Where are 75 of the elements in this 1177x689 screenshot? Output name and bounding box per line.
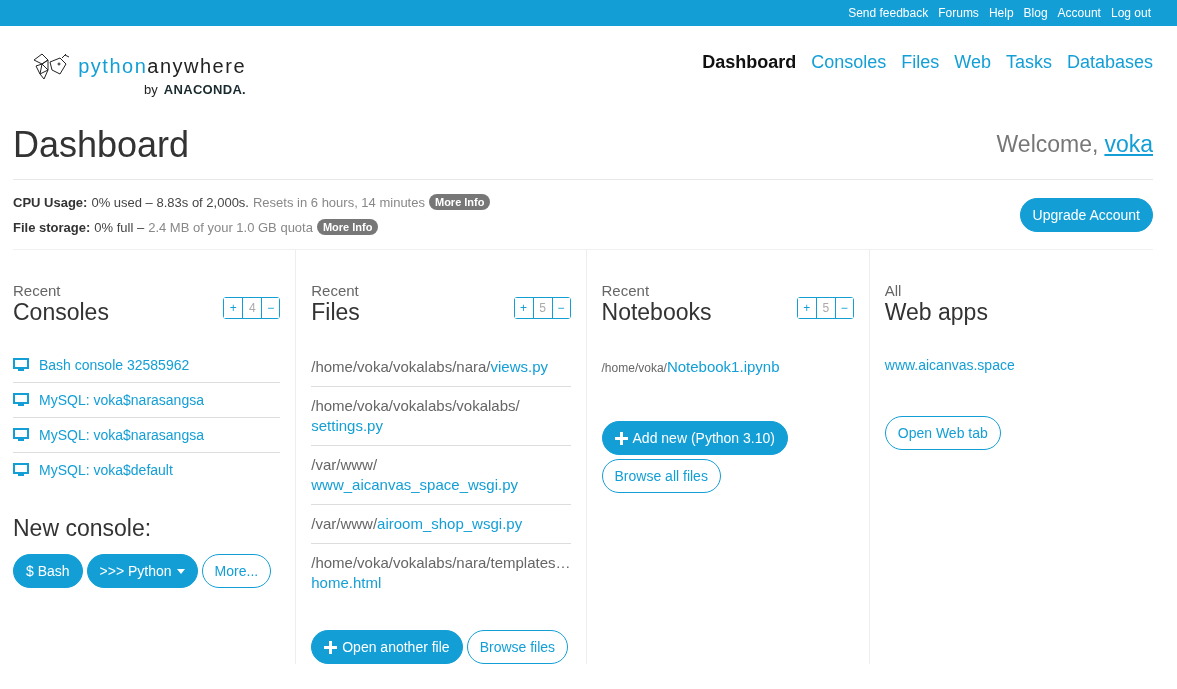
- top-link[interactable]: Help: [988, 6, 1014, 20]
- action-button[interactable]: $ Bash: [13, 554, 83, 588]
- file-link[interactable]: home.html: [311, 573, 382, 593]
- section-overline: Recent: [601, 282, 651, 299]
- nav-link[interactable]: Dashboard: [702, 52, 797, 73]
- section-overline: All: [884, 282, 903, 299]
- plus-icon: [614, 431, 628, 445]
- logo-company: ANACONDA.: [163, 82, 246, 97]
- top-link[interactable]: Send feedback: [848, 6, 929, 20]
- section-title: Notebooks: [601, 299, 712, 326]
- action-button[interactable]: >>> Python: [86, 554, 198, 588]
- page-title: Dashboard: [13, 123, 190, 166]
- decrease-button[interactable]: −: [261, 298, 280, 318]
- nav-link[interactable]: Databases: [1066, 52, 1153, 73]
- top-link[interactable]: Log out: [1110, 6, 1151, 20]
- monitor-icon: [13, 358, 29, 372]
- new-console-heading: New console:: [13, 515, 153, 542]
- decrease-button[interactable]: −: [834, 298, 853, 318]
- section-title: Files: [311, 299, 360, 326]
- usage-label: File storage:: [13, 219, 91, 235]
- file-link[interactable]: settings.py: [311, 416, 383, 436]
- file-link[interactable]: airoom_shop_wsgi.py: [377, 514, 523, 534]
- action-button[interactable]: Open Web tab: [884, 416, 1001, 450]
- item-count: 5: [532, 298, 552, 318]
- monitor-icon: [13, 463, 29, 477]
- usage-detail: Resets in 6 hours, 14 minutes: [253, 194, 425, 210]
- file-path: /home/voka/vokalabs/nara/templates…: [311, 554, 571, 571]
- section-overline: Recent: [311, 282, 360, 299]
- usage-label: CPU Usage:: [13, 194, 88, 210]
- caret-icon: [176, 568, 185, 574]
- file-path: /home/voka/vokalabs/nara/: [311, 358, 491, 375]
- top-link[interactable]: Forums: [938, 6, 979, 20]
- nav-link[interactable]: Files: [901, 52, 940, 73]
- logo-bird-icon: [32, 52, 71, 80]
- file-path: /var/www/: [311, 456, 378, 473]
- webapp-link[interactable]: www.aicanvas.space: [884, 357, 1015, 373]
- nav-link[interactable]: Tasks: [1005, 52, 1052, 73]
- file-link[interactable]: www_aicanvas_space_wsgi.py: [311, 475, 518, 495]
- file-link[interactable]: views.py: [490, 357, 549, 377]
- file-path: /home/voka/: [601, 361, 667, 375]
- usage-detail: 2.4 MB of your 1.0 GB quota: [148, 219, 313, 235]
- logo-text: anywhere: [147, 54, 246, 78]
- action-button[interactable]: More...: [201, 554, 272, 588]
- plus-icon: [324, 640, 338, 654]
- console-link[interactable]: MySQL: voka$narasangsa: [39, 392, 204, 408]
- upgrade-account-button[interactable]: Upgrade Account: [1019, 197, 1153, 232]
- welcome-text: Welcome,: [996, 131, 1099, 158]
- action-button[interactable]: Browse all files: [601, 459, 721, 493]
- nav-link[interactable]: Consoles: [811, 52, 887, 73]
- section-title: Web apps: [884, 299, 988, 326]
- monitor-icon: [13, 393, 29, 407]
- file-path: /home/voka/vokalabs/vokalabs/: [311, 397, 520, 414]
- console-link[interactable]: MySQL: voka$default: [39, 462, 173, 478]
- section-title: Consoles: [13, 299, 109, 326]
- top-link[interactable]: Account: [1057, 6, 1101, 20]
- decrease-button[interactable]: −: [551, 298, 570, 318]
- action-button[interactable]: Browse files: [466, 630, 569, 664]
- action-button[interactable]: Add new (Python 3.10): [601, 421, 788, 455]
- logo-byline: by: [144, 82, 158, 97]
- item-count: 5: [815, 298, 835, 318]
- top-link[interactable]: Blog: [1023, 6, 1048, 20]
- more-info-button[interactable]: More Info: [428, 194, 491, 210]
- console-link[interactable]: Bash console 32585962: [39, 357, 190, 373]
- username-link[interactable]: voka: [1104, 131, 1153, 158]
- file-link[interactable]: Notebook1.ipynb: [666, 357, 780, 377]
- file-path: /var/www/: [311, 515, 378, 532]
- action-button[interactable]: Open another file: [311, 630, 463, 664]
- monitor-icon: [13, 428, 29, 442]
- console-link[interactable]: MySQL: voka$narasangsa: [39, 427, 204, 443]
- section-overline: Recent: [13, 282, 62, 299]
- logo-text: python: [78, 54, 148, 78]
- usage-value: 0% full –: [94, 219, 145, 235]
- nav-link[interactable]: Web: [954, 52, 991, 73]
- more-info-button[interactable]: More Info: [316, 219, 379, 235]
- usage-value: 0% used – 8.83s of 2,000s.: [91, 194, 249, 210]
